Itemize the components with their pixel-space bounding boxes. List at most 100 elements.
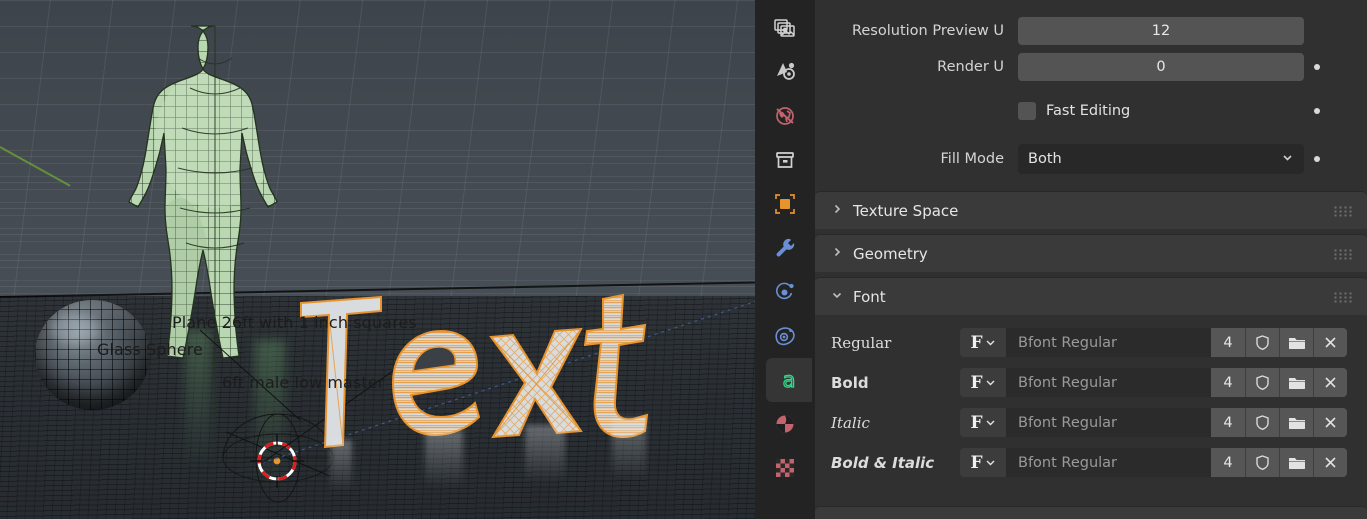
font-widget-italic[interactable]: F Bfont Regular 4 — [960, 408, 1347, 437]
x-unlink-icon[interactable] — [1313, 328, 1347, 357]
chevron-right-icon — [831, 246, 853, 262]
viewport-label-plane: Plane 26ft with 1 inch squares — [172, 313, 417, 332]
panel-header-transform[interactable]: Transform — [815, 506, 1367, 519]
viewport-label-male: 6ft male low master — [222, 373, 385, 392]
resolution-preview-u-field[interactable]: 12 — [1018, 17, 1304, 45]
font-browse-icon[interactable]: F — [960, 408, 1006, 437]
fast-editing-label: Fast Editing — [1046, 103, 1131, 119]
sidebar-item-object[interactable] — [765, 182, 805, 226]
collection-box-icon — [773, 148, 797, 172]
panel-header-texture-space[interactable]: Texture Space — [815, 191, 1367, 229]
sphere-highlight — [51, 315, 100, 344]
shield-icon[interactable] — [1245, 448, 1279, 477]
physics-icon — [773, 324, 797, 348]
fast-editing-control[interactable]: Fast Editing — [1018, 102, 1304, 120]
letter-x — [489, 327, 583, 439]
chevron-down-icon — [831, 289, 853, 305]
material-sphere-icon — [773, 412, 797, 436]
label-fill-mode: Fill Mode — [940, 151, 1005, 167]
font-label-italic: Italic — [831, 413, 870, 432]
folder-open-icon[interactable] — [1279, 448, 1313, 477]
viewport-3d[interactable]: Plane 26ft with 1 inch squares Glass Sph… — [0, 0, 755, 519]
properties-tab-strip[interactable]: a — [755, 0, 815, 519]
sidebar-item-texture[interactable] — [765, 446, 805, 490]
x-unlink-icon[interactable] — [1313, 448, 1347, 477]
font-label-bold-italic: Bold & Italic — [831, 453, 935, 472]
x-unlink-icon[interactable] — [1313, 408, 1347, 437]
sidebar-item-object-data[interactable]: a — [766, 358, 812, 402]
fast-editing-checkbox[interactable] — [1018, 102, 1036, 120]
panel-title-font: Font — [853, 287, 886, 306]
decorator-fast-editing[interactable] — [1304, 108, 1330, 114]
wrench-icon — [773, 236, 797, 260]
row-fast-editing: Fast Editing — [815, 96, 1367, 126]
shield-icon[interactable] — [1245, 368, 1279, 397]
font-name-field-bold[interactable]: Bfont Regular — [1006, 368, 1211, 397]
sidebar-item-tool[interactable] — [765, 6, 805, 50]
folder-open-icon[interactable] — [1279, 408, 1313, 437]
panel-header-font[interactable]: Font — [815, 277, 1367, 315]
panel-drag-handle[interactable] — [1333, 248, 1353, 259]
font-users-count-regular[interactable]: 4 — [1211, 328, 1245, 357]
sidebar-item-collection[interactable] — [765, 138, 805, 182]
sidebar-item-modifiers[interactable] — [765, 226, 805, 270]
render-image-icon — [773, 16, 797, 40]
x-unlink-icon[interactable] — [1313, 368, 1347, 397]
row-render-u: Render U 0 — [815, 52, 1367, 82]
shield-icon[interactable] — [1245, 408, 1279, 437]
font-widget-bold-italic[interactable]: F Bfont Regular 4 — [960, 448, 1347, 477]
label-resolution-preview-u: Resolution Preview U — [851, 23, 1004, 39]
fill-mode-value: Both — [1028, 151, 1062, 167]
font-users-count-bold[interactable]: 4 — [1211, 368, 1245, 397]
svg-text:a: a — [783, 368, 796, 392]
panel-header-geometry[interactable]: Geometry — [815, 234, 1367, 272]
font-row-bold-italic: Bold & Italic F Bfont Regular 4 — [815, 447, 1367, 478]
font-widget-bold[interactable]: F Bfont Regular 4 — [960, 368, 1347, 397]
grid-vertical-lines — [0, 0, 755, 300]
decorator-fill-mode[interactable] — [1304, 156, 1330, 162]
blender-window: Plane 26ft with 1 inch squares Glass Sph… — [0, 0, 1367, 519]
sidebar-item-physics[interactable] — [765, 314, 805, 358]
fill-mode-dropdown[interactable]: Both — [1018, 144, 1304, 174]
text-reflection-3 — [525, 425, 565, 483]
render-u-field[interactable]: 0 — [1018, 53, 1304, 81]
folder-open-icon[interactable] — [1279, 368, 1313, 397]
sidebar-item-world[interactable] — [765, 94, 805, 138]
sidebar-item-material[interactable] — [765, 402, 805, 446]
panel-title-texture-space: Texture Space — [853, 201, 959, 220]
chevron-down-icon — [1281, 151, 1294, 168]
font-row-bold: Bold F Bfont Regular 4 — [815, 367, 1367, 398]
sidebar-item-render[interactable] — [765, 50, 805, 94]
font-name-field-italic[interactable]: Bfont Regular — [1006, 408, 1211, 437]
font-browse-icon[interactable]: F — [960, 368, 1006, 397]
text-reflection-1 — [330, 440, 352, 492]
letter-e — [391, 329, 481, 437]
font-panel-spacer — [815, 315, 1367, 327]
font-browse-icon[interactable]: F — [960, 328, 1006, 357]
shield-icon[interactable] — [1245, 328, 1279, 357]
font-browse-icon[interactable]: F — [960, 448, 1006, 477]
letter-t — [583, 293, 649, 439]
decorator-render-u[interactable] — [1304, 64, 1330, 70]
font-name-field-regular[interactable]: Bfont Regular — [1006, 328, 1211, 357]
font-name-field-bold-italic[interactable]: Bfont Regular — [1006, 448, 1211, 477]
world-globe-icon — [773, 104, 797, 128]
panel-drag-handle[interactable] — [1333, 291, 1353, 302]
sidebar-item-particles[interactable] — [765, 270, 805, 314]
row-fill-mode: Fill Mode Both — [815, 144, 1367, 174]
font-label-bold: Bold — [831, 373, 869, 392]
text-reflection-2 — [425, 430, 463, 488]
texture-checker-icon — [773, 456, 797, 480]
object-square-icon — [773, 192, 797, 216]
properties-editor[interactable]: Resolution Preview U 12 Render U 0 Fast … — [815, 0, 1367, 519]
font-users-count-italic[interactable]: 4 — [1211, 408, 1245, 437]
viewport-label-sphere: Glass Sphere — [97, 340, 203, 359]
text-reflection-4 — [612, 418, 646, 480]
font-data-a-icon: a — [776, 367, 802, 393]
font-users-count-bold-italic[interactable]: 4 — [1211, 448, 1245, 477]
panel-drag-handle[interactable] — [1333, 205, 1353, 216]
folder-open-icon[interactable] — [1279, 328, 1313, 357]
font-widget-regular[interactable]: F Bfont Regular 4 — [960, 328, 1347, 357]
font-row-italic: Italic F Bfont Regular 4 — [815, 407, 1367, 438]
label-render-u: Render U — [937, 59, 1004, 75]
